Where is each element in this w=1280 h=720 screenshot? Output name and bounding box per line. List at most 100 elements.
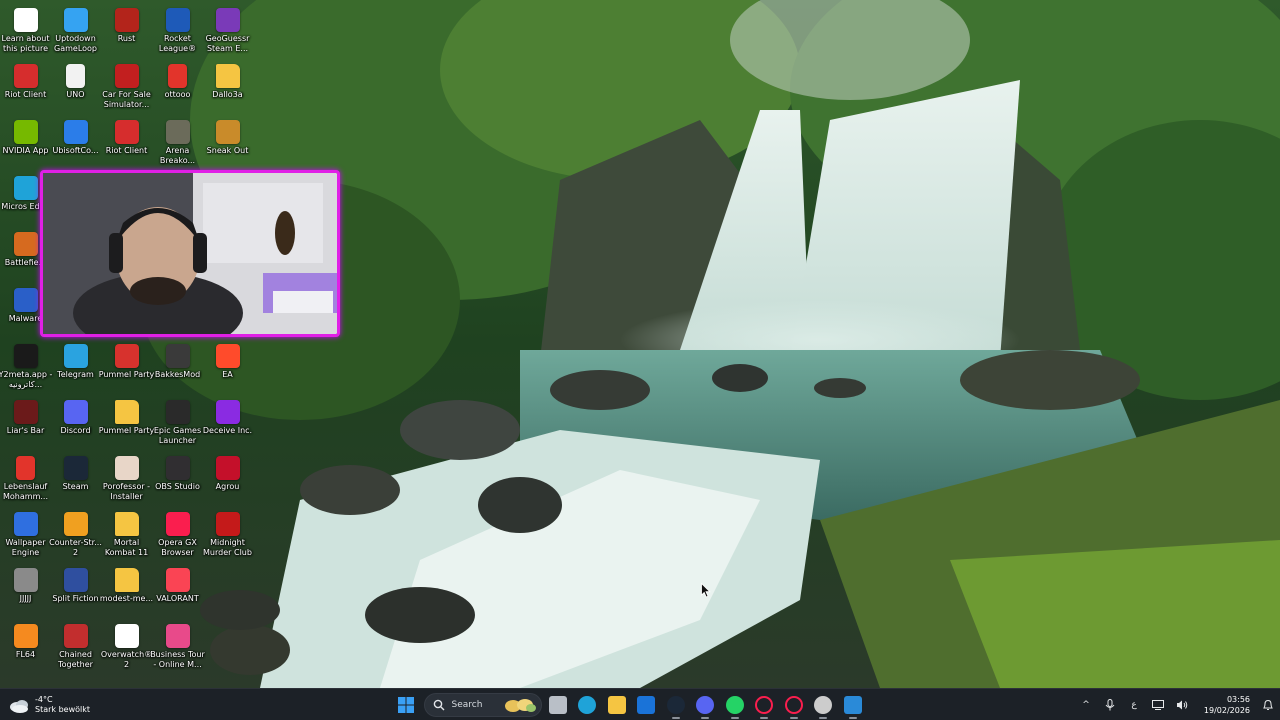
desktop-icon-label: Telegram xyxy=(57,370,94,379)
desktop-icon[interactable]: Split Fiction xyxy=(50,564,101,620)
folder-icon xyxy=(114,568,139,592)
clock-time: 03:56 xyxy=(1226,695,1250,704)
desktop-icon-label: Pummel Party xyxy=(98,370,155,379)
taskbar-app-button[interactable] xyxy=(839,691,867,719)
desktop-icon[interactable]: Uptodown GameLoop xyxy=(50,4,101,60)
desktop-icon[interactable]: Sneak Out xyxy=(202,116,253,172)
desktop-icon-label: Rust xyxy=(117,34,136,43)
desktop-icon[interactable]: Pummel Party xyxy=(98,340,155,396)
desktop-icon[interactable]: Arena Breako... xyxy=(152,116,203,172)
desktop-icon-label: Sneak Out xyxy=(206,146,249,155)
desktop-icon[interactable]: Liar's Bar xyxy=(0,396,51,452)
liars-bar-icon xyxy=(13,400,38,424)
nvidia-icon xyxy=(13,120,38,144)
deceive-icon xyxy=(215,400,240,424)
rocket-league-icon xyxy=(165,8,190,32)
taskbar-app-button[interactable] xyxy=(809,691,837,719)
desktop-icon[interactable]: Discord xyxy=(50,396,101,452)
desktop-icon[interactable]: JJJJJ xyxy=(0,564,51,620)
start-button[interactable] xyxy=(392,691,420,719)
desktop-icon[interactable]: Car For Sale Simulator... xyxy=(101,60,152,116)
taskbar-app-button[interactable] xyxy=(662,691,690,719)
taskbar-app-button[interactable] xyxy=(750,691,778,719)
desktop-icon[interactable]: Porofessor - Installer xyxy=(101,452,152,508)
system-tray: ^ ع 03:56 19/02/2026 xyxy=(1074,689,1280,720)
riot-icon xyxy=(13,64,38,88)
notification-bell-icon xyxy=(1263,699,1273,710)
desktop-icon-label: Deceive Inc. xyxy=(202,426,253,435)
desktop-icon[interactable]: UNO xyxy=(50,60,101,116)
midnight-murder-icon xyxy=(215,512,240,536)
desktop-icon[interactable]: Overwatch® 2 xyxy=(101,620,152,676)
language-indicator[interactable]: ع xyxy=(1122,689,1146,720)
jjjjj-icon xyxy=(13,568,38,592)
desktop-icon[interactable]: Chained Together xyxy=(50,620,101,676)
y2meta-icon xyxy=(13,344,38,368)
desktop-icon-label: OBS Studio xyxy=(155,482,200,491)
taskbar-app-button[interactable] xyxy=(632,691,660,719)
network-icon[interactable] xyxy=(1146,689,1170,720)
folder-icon xyxy=(114,400,139,424)
desktop-icon[interactable]: ottooo xyxy=(152,60,203,116)
clock-date: 19/02/2026 xyxy=(1203,706,1250,715)
pdf-icon xyxy=(16,456,35,480)
folder-icon xyxy=(215,64,240,88)
desktop-icon[interactable]: Steam xyxy=(50,452,101,508)
desktop-icon[interactable]: Lebenslauf Mohamm... xyxy=(0,452,51,508)
desktop-icon[interactable]: Opera GX Browser xyxy=(152,508,203,564)
desktop-icon-label: Wallpaper Engine xyxy=(5,538,46,557)
notifications-button[interactable] xyxy=(1256,689,1280,720)
taskbar-app-button[interactable] xyxy=(544,691,572,719)
taskbar-app-button[interactable] xyxy=(780,691,808,719)
desktop-icon[interactable]: NVIDIA App xyxy=(0,116,51,172)
desktop-icon[interactable]: Deceive Inc. xyxy=(202,396,253,452)
desktop-icon-label: VALORANT xyxy=(156,594,199,603)
desktop-icon[interactable]: UbisoftCo... xyxy=(50,116,101,172)
desktop-icon[interactable]: GeoGuessr Steam E... xyxy=(202,4,253,60)
desktop-icon[interactable]: Business Tour - Online M... xyxy=(150,620,205,676)
desktop-icon[interactable]: Riot Client xyxy=(101,116,152,172)
windows-start-icon xyxy=(398,697,414,713)
show-hidden-icons-button[interactable]: ^ xyxy=(1074,689,1098,720)
desktop-icon[interactable]: FL64 xyxy=(0,620,51,676)
taskbar-app-button[interactable] xyxy=(603,691,631,719)
desktop-icon[interactable]: EA xyxy=(202,340,253,396)
task-view-icon xyxy=(548,696,567,714)
desktop-icon[interactable]: Telegram xyxy=(50,340,101,396)
desktop-icon[interactable]: Midnight Murder Club xyxy=(202,508,253,564)
file-explorer-icon xyxy=(607,696,626,714)
desktop-icon[interactable]: Dallo3a xyxy=(202,60,253,116)
desktop-icon[interactable]: BakkesMod xyxy=(152,340,203,396)
desktop-icon-label: Pummel Party xyxy=(98,426,155,435)
webcam-overlay[interactable] xyxy=(40,170,340,337)
desktop-icon[interactable]: Rocket League® xyxy=(152,4,203,60)
desktop-icon[interactable]: Counter-Str... 2 xyxy=(49,508,102,564)
desktop-icon-label: Arena Breako... xyxy=(159,146,196,165)
desktop-icon[interactable]: Mortal Kombat 11 xyxy=(101,508,152,564)
search-highlight-icon xyxy=(504,699,536,712)
clock[interactable]: 03:56 19/02/2026 xyxy=(1194,694,1256,716)
desktop-icon[interactable]: Y2meta.app - كاترونيه... xyxy=(0,340,52,396)
desktop-icon[interactable]: VALORANT xyxy=(152,564,203,620)
desktop-icon[interactable]: Learn about this picture xyxy=(0,4,51,60)
desktop-icon[interactable]: Riot Client xyxy=(0,60,51,116)
weather-widget[interactable]: -4°C Stark bewölkt xyxy=(8,691,90,719)
desktop-icon-label: EA xyxy=(222,370,233,379)
desktop-icon-label: Overwatch® 2 xyxy=(100,650,153,669)
desktop-icon[interactable]: Wallpaper Engine xyxy=(0,508,51,564)
desktop-icon[interactable]: Agrou xyxy=(202,452,253,508)
taskbar-app-button[interactable] xyxy=(691,691,719,719)
taskbar-search[interactable]: Search xyxy=(423,693,542,717)
desktop-icon[interactable]: modest-me... xyxy=(100,564,153,620)
volume-icon[interactable] xyxy=(1170,689,1194,720)
malwarebytes-icon xyxy=(13,288,38,312)
taskbar-app-button[interactable] xyxy=(721,691,749,719)
microphone-icon[interactable] xyxy=(1098,689,1122,720)
desktop-icon[interactable]: Pummel Party xyxy=(98,396,155,452)
taskbar-app-button[interactable] xyxy=(573,691,601,719)
desktop-icon[interactable]: Epic Games Launcher xyxy=(152,396,203,452)
desktop-icon[interactable]: Rust xyxy=(101,4,152,60)
desktop-icon[interactable]: OBS Studio xyxy=(152,452,203,508)
edge-icon xyxy=(578,696,596,714)
outlook-icon xyxy=(637,696,655,714)
